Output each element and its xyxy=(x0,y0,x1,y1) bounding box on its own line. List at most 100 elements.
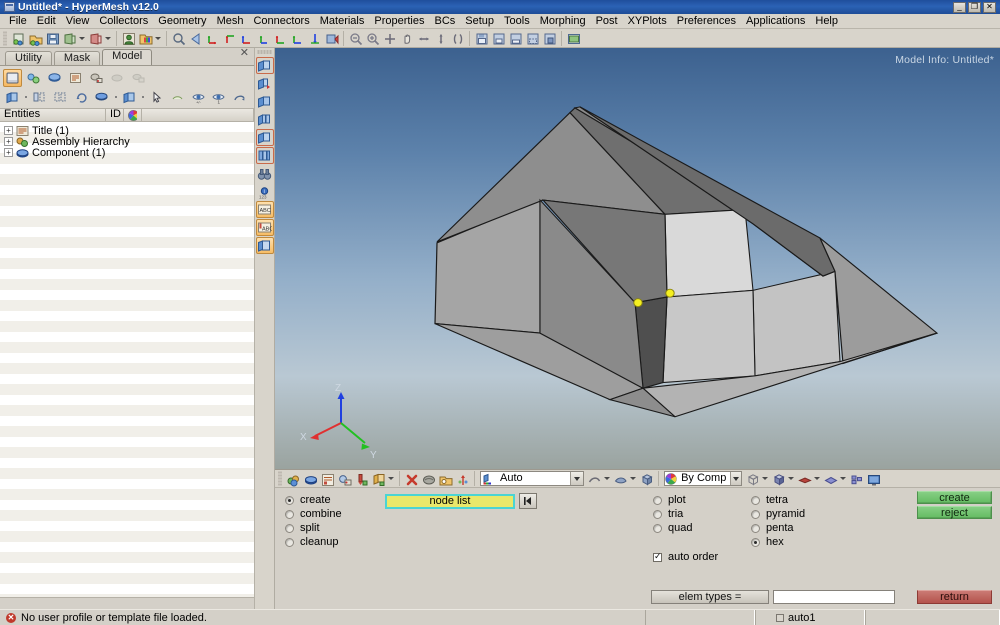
view-panel-icon[interactable] xyxy=(255,237,274,254)
menu-setup[interactable]: Setup xyxy=(460,14,499,28)
drop-icon[interactable] xyxy=(353,471,369,487)
normals-icon[interactable] xyxy=(454,471,470,487)
zoom-find-icon[interactable] xyxy=(170,30,186,46)
assembly-icon[interactable] xyxy=(24,69,43,87)
menu-tools[interactable]: Tools xyxy=(499,14,535,28)
shaded-icon[interactable] xyxy=(770,471,786,487)
expander-icon[interactable]: + xyxy=(4,148,13,157)
page-prev-icon[interactable] xyxy=(256,93,274,110)
radio-quad[interactable]: quad xyxy=(653,521,692,535)
fit-icon[interactable] xyxy=(381,30,397,46)
entities-column-header[interactable]: Entities xyxy=(0,108,106,122)
menu-view[interactable]: View xyxy=(61,14,95,28)
node-list-field[interactable]: node list xyxy=(385,493,515,509)
radio-pyramid[interactable]: pyramid xyxy=(751,507,805,521)
mesh-mode-combo[interactable]: Auto xyxy=(480,471,584,486)
ghost2-icon[interactable] xyxy=(129,69,148,87)
transparent-icon[interactable] xyxy=(822,471,838,487)
display-reverse-icon[interactable] xyxy=(230,88,249,106)
radio-plot[interactable]: plot xyxy=(653,493,692,507)
radio-combine[interactable]: combine xyxy=(285,507,342,521)
view1-icon[interactable] xyxy=(490,30,506,46)
elem-types-value-field[interactable] xyxy=(773,590,895,604)
cursor-icon[interactable] xyxy=(148,88,167,106)
import-dropdown[interactable] xyxy=(78,30,85,46)
model-browser-icon[interactable] xyxy=(3,68,22,87)
close-pane-icon[interactable]: ✕ xyxy=(240,48,249,59)
elem-types-button[interactable]: elem types = xyxy=(651,590,769,604)
collector-dropdown[interactable] xyxy=(154,30,161,46)
binoculars-icon[interactable] xyxy=(256,165,274,182)
info-icon[interactable]: i 123 xyxy=(256,183,274,200)
page-new-icon[interactable] xyxy=(255,57,274,74)
tab-utility[interactable]: Utility xyxy=(5,51,52,65)
screen-icon[interactable] xyxy=(865,471,881,487)
display-one-icon[interactable]: 1 xyxy=(210,88,229,106)
folder2-dropdown[interactable] xyxy=(141,88,146,106)
rotate-v-icon[interactable] xyxy=(432,30,448,46)
feature-icon[interactable] xyxy=(796,471,812,487)
menu-bcs[interactable]: BCs xyxy=(430,14,461,28)
model-geometry[interactable] xyxy=(275,48,1000,469)
folder2-icon[interactable] xyxy=(120,88,139,106)
tab-mask[interactable]: Mask xyxy=(53,51,101,65)
radio-penta[interactable]: penta xyxy=(751,521,805,535)
elem-collector-icon[interactable] xyxy=(302,471,318,487)
view-xy-icon[interactable] xyxy=(204,30,220,46)
radio-tetra[interactable]: tetra xyxy=(751,493,805,507)
tree-item-component[interactable]: + Component (1) xyxy=(0,147,254,159)
toolbar-grip[interactable] xyxy=(3,30,7,46)
radio-split[interactable]: split xyxy=(285,521,342,535)
zoom-out-icon[interactable] xyxy=(347,30,363,46)
folder-icon[interactable] xyxy=(3,88,22,106)
color-column-header[interactable] xyxy=(124,108,142,122)
expander-icon[interactable]: + xyxy=(4,137,13,146)
open-model-icon[interactable] xyxy=(27,30,43,46)
view-iso-icon[interactable] xyxy=(306,30,322,46)
view-normal-icon[interactable] xyxy=(323,30,339,46)
view2-icon[interactable] xyxy=(507,30,523,46)
color-mode-dropdown-arrow[interactable] xyxy=(730,472,741,485)
page-list-icon[interactable] xyxy=(256,111,274,128)
panel-toolbar-grip[interactable] xyxy=(278,471,282,486)
menu-morphing[interactable]: Morphing xyxy=(535,14,591,28)
expander-icon[interactable]: + xyxy=(4,126,13,135)
tree-item-assembly-hierarchy[interactable]: + Assembly Hierarchy xyxy=(0,136,254,148)
minimize-button[interactable]: _ xyxy=(953,1,966,13)
line-shape-icon[interactable] xyxy=(586,471,602,487)
save-model-icon[interactable] xyxy=(44,30,60,46)
transparent-dropdown[interactable] xyxy=(839,471,846,487)
return-button[interactable]: return xyxy=(917,590,992,604)
id-column-header[interactable]: ID xyxy=(106,108,124,122)
comp-dropdown[interactable] xyxy=(113,88,118,106)
component-icon[interactable] xyxy=(45,69,64,87)
solid-shape-icon[interactable] xyxy=(638,471,654,487)
vtoolbar-grip[interactable] xyxy=(257,50,272,54)
translate-dropdown[interactable] xyxy=(387,471,394,487)
line-shape-dropdown[interactable] xyxy=(603,471,610,487)
menu-connectors[interactable]: Connectors xyxy=(248,14,314,28)
user-profile-icon[interactable] xyxy=(120,30,136,46)
graphics-viewport[interactable]: Model Info: Untitled* Z X Y xyxy=(275,48,1000,469)
autosave-status[interactable]: auto1 xyxy=(755,610,865,625)
rotate-h-icon[interactable] xyxy=(415,30,431,46)
component-sphere-icon[interactable] xyxy=(93,88,112,106)
tree-item-title[interactable]: + Title (1) xyxy=(0,125,254,137)
close-button[interactable]: ✕ xyxy=(983,1,996,13)
menu-post[interactable]: Post xyxy=(591,14,623,28)
refresh-icon[interactable] xyxy=(72,88,91,106)
new-model-icon[interactable] xyxy=(10,30,26,46)
surf-shape-icon[interactable] xyxy=(612,471,628,487)
reject-button[interactable]: reject xyxy=(917,506,992,519)
menu-file[interactable]: File xyxy=(4,14,32,28)
save-view-icon[interactable] xyxy=(473,30,489,46)
surf-shape-dropdown[interactable] xyxy=(629,471,636,487)
menu-materials[interactable]: Materials xyxy=(315,14,370,28)
capture-image-icon[interactable] xyxy=(565,30,581,46)
page-layout-icon[interactable] xyxy=(255,147,274,164)
wireframe-icon[interactable] xyxy=(744,471,760,487)
menu-collectors[interactable]: Collectors xyxy=(94,14,153,28)
menu-geometry[interactable]: Geometry xyxy=(153,14,211,28)
radio-cleanup[interactable]: cleanup xyxy=(285,535,342,549)
menu-xyplots[interactable]: XYPlots xyxy=(623,14,672,28)
